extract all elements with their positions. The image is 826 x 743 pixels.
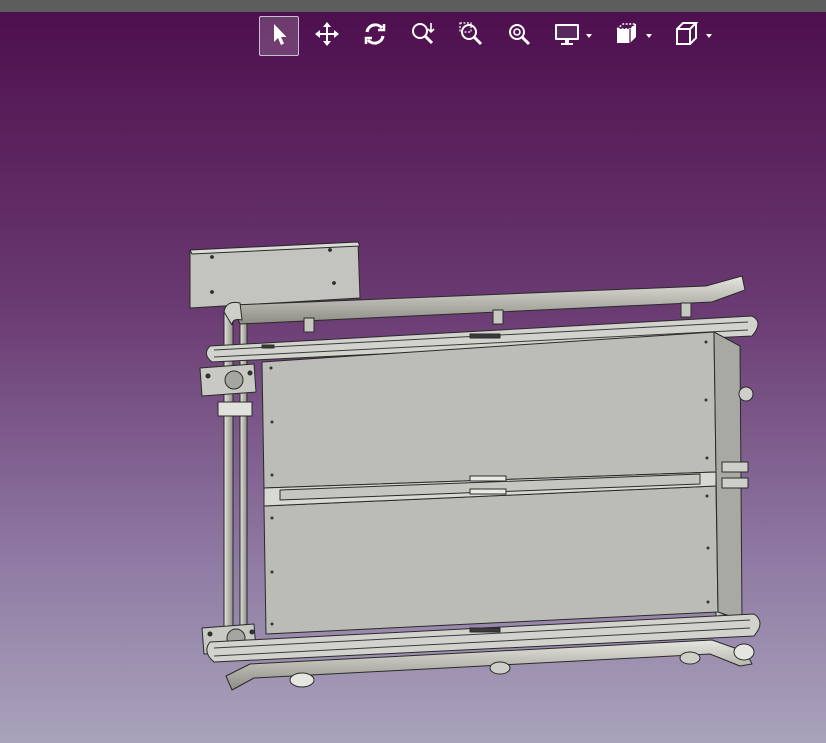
zoom-window-button[interactable] bbox=[451, 16, 491, 56]
section-cube-icon bbox=[614, 21, 640, 51]
arrow-cursor-icon bbox=[266, 21, 292, 51]
zoom-icon bbox=[410, 21, 436, 51]
cube-icon bbox=[674, 21, 700, 51]
monitor-icon bbox=[554, 21, 580, 51]
rotate-icon bbox=[362, 21, 388, 51]
chevron-down-icon bbox=[646, 34, 652, 38]
display-mode-dropdown[interactable] bbox=[547, 16, 601, 56]
chevron-down-icon bbox=[706, 34, 712, 38]
rotate-tool-button[interactable] bbox=[355, 16, 395, 56]
zoom-fit-icon bbox=[506, 21, 532, 51]
chevron-down-icon bbox=[586, 34, 592, 38]
3d-model-conveyor-assembly[interactable] bbox=[0, 0, 826, 743]
zoom-fit-button[interactable] bbox=[499, 16, 539, 56]
select-tool-button[interactable] bbox=[259, 16, 299, 56]
zoom-tool-button[interactable] bbox=[403, 16, 443, 56]
section-view-dropdown[interactable] bbox=[607, 16, 661, 56]
view-toolbar bbox=[259, 16, 727, 56]
standard-views-dropdown[interactable] bbox=[667, 16, 721, 56]
zoom-window-icon bbox=[458, 21, 484, 51]
move-arrows-icon bbox=[314, 21, 340, 51]
pan-tool-button[interactable] bbox=[307, 16, 347, 56]
